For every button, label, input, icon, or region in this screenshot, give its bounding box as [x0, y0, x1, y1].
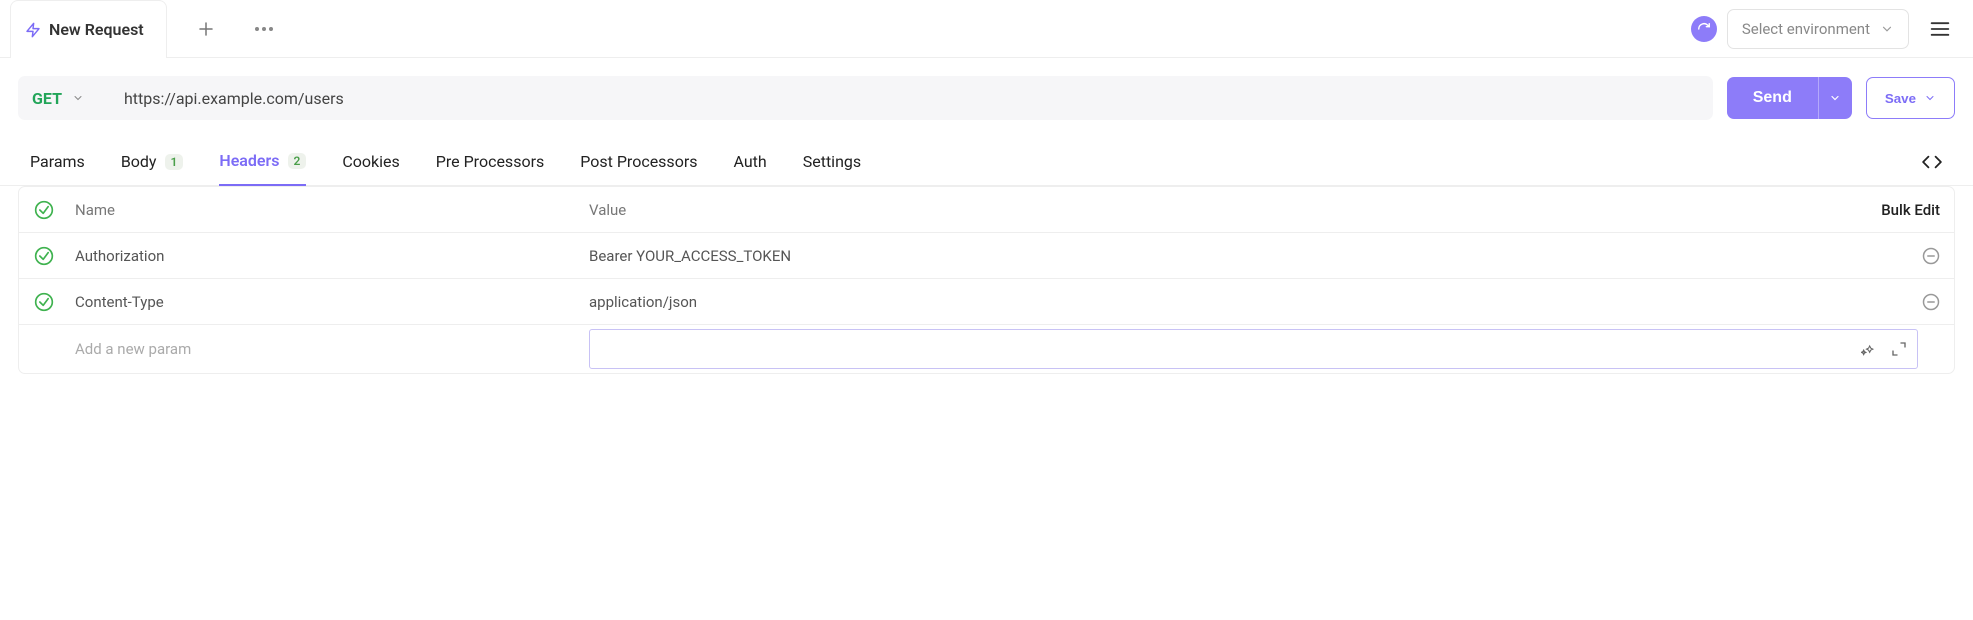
header-name-cell[interactable]: Authorization	[69, 247, 589, 265]
tab-auth[interactable]: Auth	[734, 138, 767, 186]
table-row: Content-Type application/json	[19, 279, 1954, 325]
environment-select[interactable]: Select environment	[1727, 9, 1909, 49]
chevron-down-icon	[1829, 92, 1841, 104]
header-enable-all[interactable]	[19, 200, 69, 220]
tab-body[interactable]: Body 1	[121, 138, 184, 186]
tab-body-badge: 1	[165, 154, 184, 170]
code-view-toggle[interactable]	[1921, 154, 1943, 170]
url-box: GET https://api.example.com/users	[18, 76, 1713, 120]
table-new-row: Add a new param	[19, 325, 1954, 373]
tab-overflow-button[interactable]	[245, 10, 283, 48]
minus-circle-icon	[1922, 293, 1940, 311]
bolt-icon	[25, 21, 41, 39]
minus-circle-icon	[1922, 247, 1940, 265]
magic-fill-button[interactable]	[1861, 341, 1877, 357]
row-delete-button[interactable]	[1922, 247, 1940, 265]
table-row: Authorization Bearer YOUR_ACCESS_TOKEN	[19, 233, 1954, 279]
tab-post-processors[interactable]: Post Processors	[580, 138, 697, 186]
save-button[interactable]: Save	[1866, 77, 1955, 119]
header-value-cell[interactable]: application/json	[589, 293, 1864, 311]
chevron-down-icon	[72, 92, 84, 104]
save-button-label: Save	[1885, 91, 1916, 106]
http-method-label: GET	[32, 89, 62, 108]
header-name-cell[interactable]: Content-Type	[69, 293, 589, 311]
request-bar: GET https://api.example.com/users Send S…	[0, 58, 1973, 138]
row-enable-toggle[interactable]	[19, 246, 69, 266]
tab-headers-label: Headers	[219, 151, 279, 170]
http-method-select[interactable]: GET	[32, 89, 98, 108]
bulk-edit-button[interactable]: Bulk Edit	[1864, 201, 1954, 219]
table-header-row: Name Value Bulk Edit	[19, 187, 1954, 233]
expand-icon	[1891, 341, 1907, 357]
column-header-value: Value	[589, 201, 1864, 219]
send-button[interactable]: Send	[1727, 77, 1818, 119]
check-circle-icon	[34, 246, 54, 266]
header-value-cell[interactable]: Bearer YOUR_ACCESS_TOKEN	[589, 247, 1864, 265]
add-tab-button[interactable]	[187, 10, 225, 48]
column-header-name: Name	[69, 201, 589, 219]
tab-headers[interactable]: Headers 2	[219, 138, 306, 186]
new-header-value-input[interactable]	[589, 329, 1918, 369]
new-header-name-input[interactable]: Add a new param	[69, 340, 589, 358]
request-subtabs: Params Body 1 Headers 2 Cookies Pre Proc…	[0, 138, 1973, 186]
expand-button[interactable]	[1891, 341, 1907, 357]
request-tab-title: New Request	[49, 20, 144, 39]
send-dropdown-button[interactable]	[1818, 77, 1852, 119]
chevron-down-icon	[1880, 22, 1894, 36]
url-input[interactable]: https://api.example.com/users	[98, 89, 344, 108]
code-icon	[1921, 154, 1943, 170]
tab-body-label: Body	[121, 152, 157, 171]
environment-select-label: Select environment	[1742, 20, 1870, 38]
row-enable-toggle[interactable]	[19, 292, 69, 312]
tab-settings[interactable]: Settings	[803, 138, 861, 186]
check-circle-icon	[34, 292, 54, 312]
sparkle-icon	[1861, 341, 1877, 357]
refresh-env-icon[interactable]	[1691, 16, 1717, 42]
chevron-down-icon	[1924, 92, 1936, 104]
tab-cookies[interactable]: Cookies	[342, 138, 399, 186]
tab-params[interactable]: Params	[30, 138, 85, 186]
request-tab[interactable]: New Request	[10, 0, 167, 58]
headers-table: Name Value Bulk Edit Authorization Beare…	[18, 186, 1955, 374]
send-button-group: Send	[1727, 77, 1852, 119]
window-tabbar: New Request Select environment	[0, 0, 1973, 58]
row-delete-button[interactable]	[1922, 293, 1940, 311]
tab-pre-processors[interactable]: Pre Processors	[436, 138, 544, 186]
hamburger-menu-button[interactable]	[1921, 10, 1959, 48]
tab-headers-badge: 2	[288, 153, 307, 169]
check-circle-icon	[34, 200, 54, 220]
